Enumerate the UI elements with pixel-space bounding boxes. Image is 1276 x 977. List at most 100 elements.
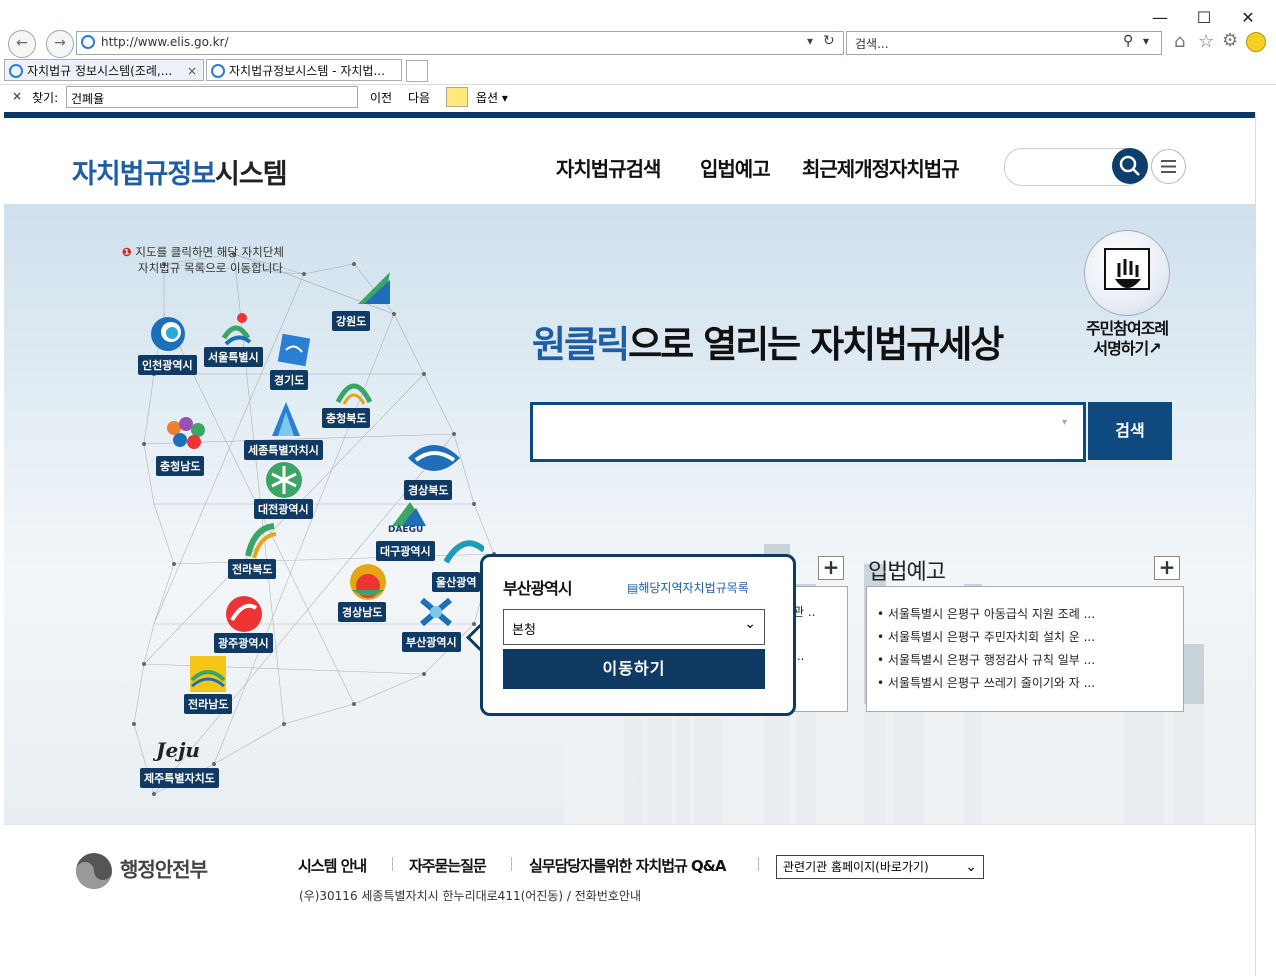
region-gyeongnam[interactable]: 경상남도	[338, 602, 387, 622]
nav-recent-ordinances[interactable]: 최근제개정자치법규	[802, 153, 960, 182]
sign-line1: 주민참여조례	[1085, 319, 1169, 338]
search-icon	[1119, 155, 1140, 176]
petition-sign-label[interactable]: 주민참여조례 서명하기↗	[1072, 319, 1182, 359]
main-search-input[interactable]: ▾	[530, 402, 1086, 462]
arrow-left-icon: ←	[16, 35, 28, 51]
tab-label: 자치법규정보시스템 - 자치법...	[229, 64, 385, 78]
back-button[interactable]: ←	[8, 30, 36, 58]
region-jeonnam[interactable]: 전라남도	[184, 694, 233, 714]
list-item[interactable]: • 서울특별시 은평구 주민자치회 설치 운 ...	[877, 628, 1095, 645]
hero-headline: 원클릭으로 열리는 자치법규세상	[532, 314, 1004, 368]
list-item[interactable]: • 서울특별시 은평구 행정감사 규칙 일부 ...	[877, 651, 1095, 668]
header-search-button[interactable]	[1112, 148, 1148, 184]
region-incheon[interactable]: 인천광역시	[138, 355, 197, 375]
region-chungnam[interactable]: 충청남도	[156, 456, 205, 476]
region-jeonbuk[interactable]: 전라북도	[228, 559, 277, 579]
map-note-line1: 지도를 클릭하면 해당 자치단체	[135, 245, 284, 259]
footer-link-system-guide[interactable]: 시스템 안내	[298, 855, 367, 876]
legislation-panel-title: 입법예고	[868, 560, 946, 585]
nav-ordinance-search[interactable]: 자치법규검색	[556, 153, 661, 182]
related-sites-select[interactable]: 관련기관 홈페이지(바로가기) ⌄	[776, 855, 984, 879]
browser-chrome: — ☐ ✕ ← → http://www.elis.go.kr/ ▾ ↻ 검색.…	[0, 0, 1276, 113]
chungnam-emblem	[162, 414, 205, 454]
region-ulsan[interactable]: 울산광역	[432, 572, 481, 592]
find-bar: × 찾기: 건폐율 이전 다음 옵션 ▾	[0, 84, 1276, 109]
list-item-text: 서울특별시 은평구 쓰레기 줄이기와 자 ...	[887, 676, 1096, 690]
jeju-emblem-text: Jeju	[156, 738, 200, 762]
footer-address: (우)30116 세종특별자치시 한누리대로411(어진동) / 전화번호안내	[299, 889, 641, 903]
vertical-scrollbar[interactable]	[1255, 112, 1276, 976]
more-button-legislation[interactable]: +	[1154, 556, 1180, 580]
arrow-right-icon: →	[54, 35, 66, 51]
chevron-down-icon[interactable]: ▾	[1062, 417, 1067, 428]
region-gangwon[interactable]: 강원도	[332, 311, 371, 331]
browser-search-placeholder: 검색...	[855, 37, 889, 51]
region-gyeonggi[interactable]: 경기도	[270, 370, 309, 390]
map-note: ❶ 지도를 클릭하면 해당 자치단체 자치법규 목록으로 이동합니다	[122, 244, 284, 276]
site-header: 자치법규정보시스템 자치법규검색 입법예고 최근제개정자치법규	[4, 118, 1255, 204]
footer-divider	[511, 857, 512, 871]
footer-link-qna[interactable]: 실무담당자를위한 자치법규 Q&A	[529, 855, 726, 876]
region-busan[interactable]: 부산광역시	[402, 632, 461, 652]
search-icon[interactable]: ⚲	[1123, 33, 1133, 49]
footer-divider	[758, 857, 759, 871]
list-item[interactable]: 관 ..	[793, 603, 815, 620]
region-ordinance-list-link[interactable]: ▤해당지역자치법규목록	[627, 579, 749, 596]
gyeonggi-emblem	[274, 330, 314, 370]
popup-title: 부산광역시	[503, 579, 573, 598]
forward-button[interactable]: →	[46, 30, 74, 58]
nav-legislation-notice[interactable]: 입법예고	[700, 153, 771, 182]
more-button-left[interactable]: +	[818, 556, 844, 580]
list-item[interactable]: • 서울특별시 은평구 아동급식 지원 조례 ...	[877, 605, 1095, 622]
go-button[interactable]: 이동하기	[503, 649, 765, 689]
find-prev-button[interactable]: 이전	[370, 89, 392, 106]
region-seoul[interactable]: 서울특별시	[204, 347, 263, 367]
jeonbuk-emblem	[240, 522, 280, 562]
main-search-button[interactable]: 검색	[1088, 402, 1172, 460]
highlight-pen-icon[interactable]	[446, 87, 468, 107]
favorites-star-icon[interactable]: ☆	[1198, 31, 1214, 52]
headline-highlight: 원클릭	[532, 323, 630, 366]
close-window-button[interactable]: ✕	[1228, 6, 1268, 30]
browser-search-box[interactable]: 검색... ⚲ ▾	[846, 31, 1162, 55]
region-popup: 부산광역시 ▤해당지역자치법규목록 본청 ⌄ 이동하기	[480, 554, 796, 716]
close-find-icon[interactable]: ×	[12, 89, 22, 103]
refresh-icon[interactable]: ↻	[823, 33, 835, 49]
find-next-button[interactable]: 다음	[408, 89, 430, 106]
site-logo[interactable]: 자치법규정보시스템	[72, 152, 288, 191]
chevron-down-icon[interactable]: ▾	[1143, 34, 1149, 48]
sign-line2: 서명하기	[1093, 339, 1149, 358]
maximize-button[interactable]: ☐	[1184, 6, 1224, 30]
region-sejong[interactable]: 세종특별자치시	[244, 440, 323, 460]
region-daejeon[interactable]: 대전광역시	[254, 499, 313, 519]
minimize-button[interactable]: —	[1140, 6, 1180, 30]
close-tab-icon[interactable]: ×	[187, 60, 197, 80]
address-bar[interactable]: http://www.elis.go.kr/ ▾ ↻	[76, 31, 844, 55]
region-gyeongbuk[interactable]: 경상북도	[404, 480, 453, 500]
region-jeju[interactable]: 제주특별자치도	[140, 768, 219, 788]
tab-label: 자치법규 정보시스템(조례,...	[27, 64, 173, 78]
new-tab-button[interactable]	[406, 60, 428, 82]
home-icon[interactable]: ⌂	[1174, 31, 1185, 52]
footer-link-faq[interactable]: 자주묻는질문	[409, 855, 487, 876]
office-select[interactable]: 본청 ⌄	[503, 609, 765, 645]
busan-emblem	[416, 592, 456, 632]
hand-vote-icon	[1104, 248, 1150, 290]
dropdown-icon[interactable]: ▾	[807, 34, 813, 48]
find-options-button[interactable]: 옵션 ▾	[476, 89, 508, 106]
tab-1[interactable]: 자치법규 정보시스템(조례,... ×	[4, 59, 204, 81]
find-input[interactable]: 건폐율	[66, 86, 358, 108]
ministry-logo[interactable]: 행정안전부	[74, 851, 208, 891]
hamburger-menu-button[interactable]	[1151, 149, 1186, 184]
document-icon: ▤	[627, 581, 639, 595]
gear-icon[interactable]: ⚙	[1222, 30, 1238, 51]
smiley-feedback-icon[interactable]	[1246, 32, 1266, 52]
incheon-emblem	[148, 314, 188, 354]
region-daegu[interactable]: 대구광역시	[376, 541, 435, 561]
petition-sign-button[interactable]	[1084, 230, 1170, 316]
region-chungbuk[interactable]: 충청북도	[322, 408, 371, 428]
ulsan-emblem	[443, 532, 487, 572]
list-item[interactable]: • 서울특별시 은평구 쓰레기 줄이기와 자 ...	[877, 674, 1095, 691]
region-gwangju[interactable]: 광주광역시	[214, 633, 273, 653]
tab-2[interactable]: 자치법규정보시스템 - 자치법...	[206, 59, 402, 81]
